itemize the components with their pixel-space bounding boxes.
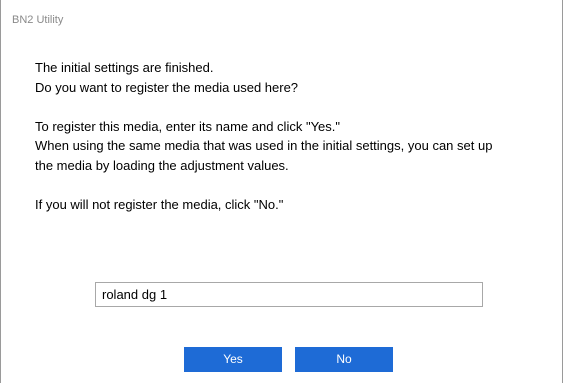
- message-line-same-media: When using the same media that was used …: [35, 138, 493, 153]
- message-line-finished: The initial settings are finished.: [35, 60, 214, 75]
- dialog-window: BN2 Utility The initial settings are fin…: [0, 0, 563, 383]
- message-line-adjustment-values: the media by loading the adjustment valu…: [35, 157, 289, 173]
- window-title: BN2 Utility: [12, 14, 64, 26]
- message-spacer: [35, 97, 545, 117]
- title-bar[interactable]: BN2 Utility: [1, 0, 562, 34]
- message-line-no-instructions: If you will not register the media, clic…: [35, 196, 284, 212]
- message-line-register-instructions: To register this media, enter its name a…: [35, 118, 340, 134]
- media-name-input[interactable]: [95, 282, 483, 307]
- message-line-question: Do you want to register the media used h…: [35, 79, 299, 95]
- dialog-message: The initial settings are finished. Do yo…: [35, 58, 545, 214]
- yes-button[interactable]: Yes: [184, 347, 282, 372]
- no-button[interactable]: No: [295, 347, 393, 372]
- message-spacer: [35, 175, 545, 195]
